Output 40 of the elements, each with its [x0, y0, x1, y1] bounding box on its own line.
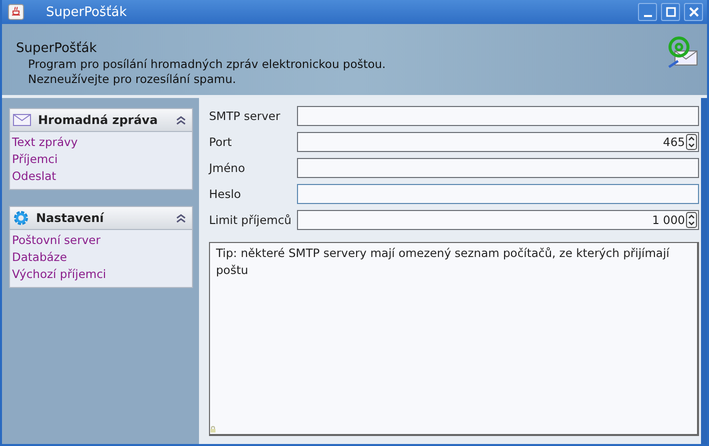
minimize-button[interactable] [638, 3, 657, 21]
app-icon[interactable] [8, 4, 24, 20]
gear-icon [13, 210, 29, 226]
tip-text: Tip: některé SMTP servery mají omezený seznam počítačů, ze kterých přijímají poštu [216, 246, 670, 277]
panel-header[interactable]: Nastavení [9, 206, 193, 230]
input-field[interactable] [297, 158, 699, 178]
sidebar-link[interactable]: Příjemci [12, 151, 58, 168]
collapse-icon[interactable] [176, 115, 186, 125]
input-field[interactable] [297, 106, 699, 126]
tip-text-area[interactable]: Tip: některé SMTP servery mají omezený seznam počítačů, ze kterých přijímají poštu [209, 242, 699, 436]
sidebar-link[interactable]: Odeslat [12, 168, 56, 185]
input-field[interactable] [297, 184, 699, 204]
panel-title: Hromadná zpráva [38, 113, 159, 127]
close-button[interactable] [684, 3, 703, 21]
app-title: SuperPošťák [16, 41, 98, 57]
panel-title: Nastavení [36, 211, 105, 225]
field-label: Jméno [209, 161, 246, 175]
field-label: Limit příjemců [209, 213, 292, 227]
spinner-field[interactable]: 1 000 [297, 210, 699, 230]
sidebar-link[interactable]: Poštovní server [12, 232, 100, 249]
maximize-button[interactable] [661, 3, 680, 21]
close-icon [688, 6, 700, 18]
spinner-arrows-icon[interactable] [686, 212, 697, 228]
description-line: Program pro posílání hromadných zpráv elektronickou poštou. [27, 57, 386, 72]
lock-icon [210, 426, 216, 433]
sidebar-link[interactable]: Text zprávy [12, 134, 78, 151]
field-label: Port [209, 135, 233, 149]
minimize-icon [644, 15, 652, 17]
spinner-arrows-icon[interactable] [686, 134, 697, 150]
description-line: Nezneužívejte pro rozesílání spamu. [27, 72, 238, 87]
field-label: Heslo [209, 187, 242, 201]
collapse-icon[interactable] [176, 213, 186, 223]
sidebar-link[interactable]: Databáze [12, 249, 67, 266]
panel-header[interactable]: Hromadná zpráva [9, 108, 193, 132]
field-label: SMTP server [209, 109, 282, 123]
window-title: SuperPošťák [46, 4, 128, 20]
maximize-icon [664, 6, 676, 18]
envelope-icon [13, 114, 31, 126]
sidebar-link[interactable]: Výchozí příjemci [12, 266, 106, 283]
spinner-field[interactable]: 465 [297, 132, 699, 152]
